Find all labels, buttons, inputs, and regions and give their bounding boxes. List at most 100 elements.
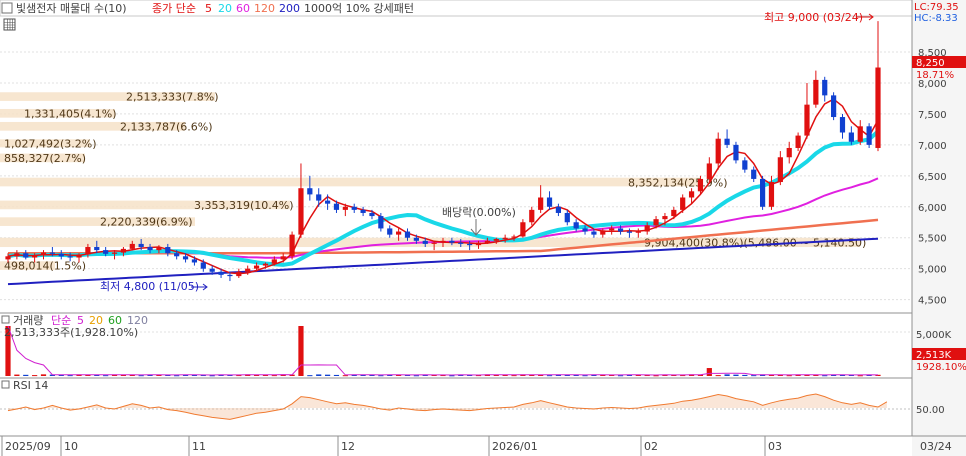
ma-period-60: 60 [236,2,250,15]
candle-body [564,212,570,223]
candle-body [458,242,464,244]
candle-body [413,237,419,241]
volume-bar [724,374,730,376]
volume-bar [546,375,553,377]
candle-body [298,188,304,235]
x-axis-label: 03 [768,440,782,453]
candle-body [138,243,144,248]
candle-body [111,252,118,254]
current-price: 8,250 [916,58,945,69]
candle-body [653,219,659,226]
x-axis-label: 2025/09 [5,440,51,453]
candle-body [182,256,189,260]
volume-profile-label: 2,133,787(6.6%) [120,120,213,133]
volume-profile-label: 1,027,492(3.2%) [4,138,97,151]
volume-bar [706,368,712,376]
volume-bar [40,374,47,376]
candle-body [156,247,162,251]
price-axis-tick: 7,000 [918,141,947,152]
candle-body [662,216,668,220]
volume-menu-icon[interactable] [1,315,10,324]
candle-body [431,242,437,244]
candle-body [777,157,783,183]
candle-body [635,231,641,233]
candle-body [493,238,499,241]
candle-body [591,231,597,235]
x-axis-label: 02 [644,440,658,453]
candle-body [467,243,473,246]
candle-body [706,163,712,179]
candle-body [14,253,20,257]
candle-body [848,132,854,142]
candle-body [218,271,224,275]
volume-profile-label: 1,331,405(4.1%) [24,107,117,120]
volume-bar [715,375,721,377]
ma-period-120: 120 [254,2,275,15]
candle-body [857,126,863,142]
candle-body [822,79,828,96]
candle-body [538,197,544,210]
candle-body [715,138,721,164]
candle-body [351,206,357,210]
ma-period-5: 5 [205,2,212,15]
candle-body [502,237,508,239]
price-axis-tick: 5,000 [918,265,947,276]
ma-title: 종가 단순 [152,2,196,15]
volume-bar [307,375,313,377]
candle-body [227,274,233,277]
candle-body [253,265,260,269]
candle-body [262,263,269,266]
volume-profile-label: 1000억 10% 강세패턴 [304,2,414,15]
candle-body [58,253,64,257]
candle-body [85,247,91,255]
rsi-menu-icon[interactable] [1,380,10,389]
x-axis-label: 10 [64,440,78,453]
candle-body [804,104,810,136]
candle-body [831,95,837,118]
rsi-axis-tick: 50.00 [916,405,945,416]
volume-bar [733,374,739,376]
candle-body [404,231,411,238]
candle-body [396,231,402,235]
header-menu-icon[interactable] [1,2,13,14]
candle-body [245,268,251,272]
candle-body [742,160,748,170]
candle-body [626,231,633,233]
candle-body [200,262,206,269]
candle-body [307,188,313,195]
candle-body [23,253,29,258]
price-axis-tick: 6,500 [918,172,947,183]
volume-profile-bar [0,177,700,187]
dividend-label: 배당락(0.00%) [442,206,516,219]
volume-profile-label: 3,353,319(10.4%) [194,199,294,212]
candle-body [751,169,757,179]
price-axis-tick: 7,500 [918,110,947,121]
volume-bar [14,374,20,376]
candle-body [440,240,446,243]
candle-body [786,147,792,158]
candle-body [67,256,73,258]
candle-body [600,230,606,235]
candle-body [546,197,553,207]
x-axis-label: 2026/01 [492,440,538,453]
grid-toggle-icon[interactable] [3,18,16,31]
candle-body [342,206,348,210]
candle-body [165,247,171,254]
candle-body [688,191,695,198]
candle-body [333,203,340,210]
volume-annotation: 2,513,333주(1,928.10%) [4,326,138,339]
volume-current-value: 2,513K [916,350,952,361]
price-axis-tick: 4,500 [918,296,947,307]
volume-bar [316,374,322,376]
volume-bar [32,375,38,377]
candle-body [768,182,775,207]
price-axis-tick: 5,500 [918,234,947,245]
candle-body [280,256,286,260]
ma-period-200: 200 [279,2,300,15]
candle-body [813,79,819,105]
candle-body [582,228,588,232]
xaxis-last-date: 03/24 [920,440,952,453]
candle-body [32,255,38,258]
candle-body [520,222,526,237]
current-change: 18.71% [916,70,954,81]
